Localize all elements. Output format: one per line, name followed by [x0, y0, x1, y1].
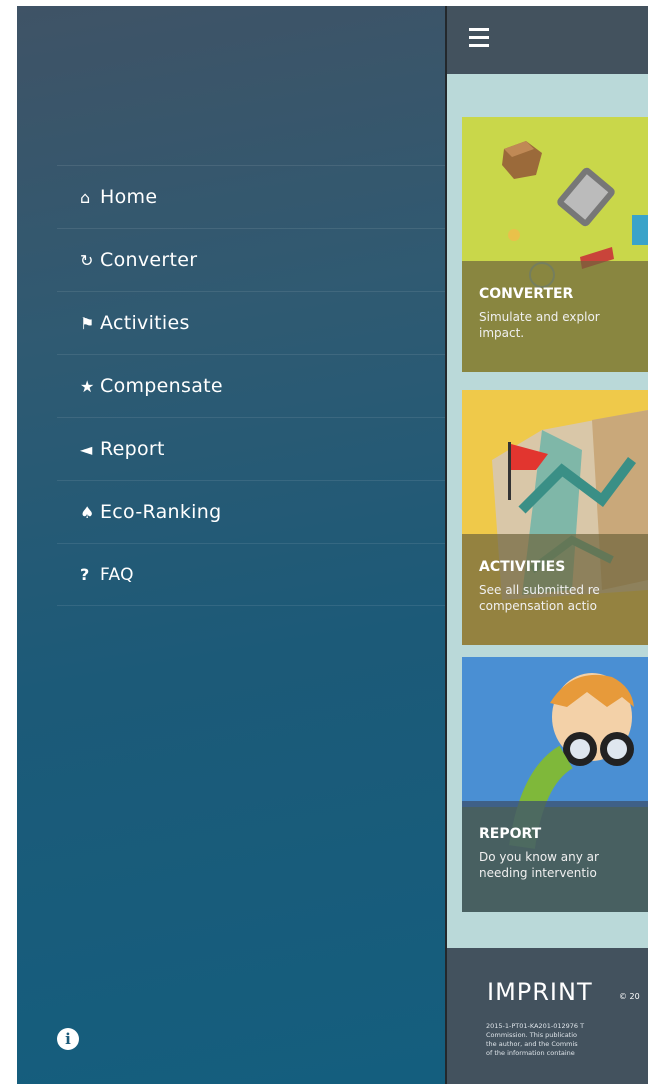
- card-description-line: impact.: [479, 326, 525, 340]
- refresh-icon: ↻: [80, 250, 94, 270]
- sidebar-item-eco-ranking[interactable]: ♠ Eco-Ranking: [57, 480, 446, 543]
- sidebar-item-faq[interactable]: ? FAQ: [57, 543, 446, 606]
- star-icon: ★: [80, 376, 95, 396]
- sidebar-item-report[interactable]: ◄ Report: [57, 417, 446, 480]
- footer-text-line: of the information containe: [486, 1049, 575, 1057]
- home-icon: ⌂: [80, 187, 91, 207]
- sidebar-item-label: Converter: [100, 249, 198, 271]
- hamburger-menu-icon[interactable]: [469, 28, 489, 48]
- sidebar-item-home[interactable]: ⌂ Home: [57, 165, 446, 228]
- card-title: CONVERTER: [479, 286, 574, 302]
- bullhorn-icon: ◄: [80, 439, 93, 459]
- report-card[interactable]: REPORT Do you know any ar needing interv…: [462, 657, 648, 912]
- footer-text: 2015-1-PT01-KA201-012976 T Commission. T…: [486, 1022, 648, 1058]
- card-description: See all submitted re compensation actio: [479, 582, 648, 614]
- imprint-logo: IMPRINT: [487, 978, 593, 1006]
- sidebar-item-compensate[interactable]: ★ Compensate: [57, 354, 446, 417]
- card-caption: CONVERTER Simulate and explor impact.: [462, 261, 648, 372]
- card-description-line: Simulate and explor: [479, 310, 600, 324]
- sidebar-item-label: FAQ: [100, 564, 134, 585]
- card-description: Simulate and explor impact.: [479, 309, 648, 341]
- info-icon[interactable]: i: [57, 1028, 79, 1050]
- sidebar-item-label: Eco-Ranking: [100, 501, 222, 523]
- card-description: Do you know any ar needing interventio: [479, 849, 648, 881]
- converter-card[interactable]: CONVERTER Simulate and explor impact.: [462, 117, 648, 372]
- flag-icon: ⚑: [80, 313, 95, 333]
- footer: IMPRINT © 20 2015-1-PT01-KA201-012976 T …: [447, 948, 648, 1084]
- card-title: ACTIVITIES: [479, 559, 566, 575]
- footer-text-line: Commission. This publicatio: [486, 1031, 578, 1039]
- copyright-text: © 20: [619, 992, 640, 1001]
- sidebar-item-label: Home: [100, 186, 158, 208]
- question-icon: ?: [80, 565, 90, 584]
- sidebar-item-label: Report: [100, 438, 165, 460]
- sidebar-item-activities[interactable]: ⚑ Activities: [57, 291, 446, 354]
- footer-text-line: 2015-1-PT01-KA201-012976 T: [486, 1022, 585, 1030]
- menu-list: ⌂ Home ↻ Converter ⚑ Activities ★ Compen…: [57, 165, 446, 606]
- card-description-line: needing interventio: [479, 866, 597, 880]
- sidebar-item-converter[interactable]: ↻ Converter: [57, 228, 446, 291]
- card-description-line: See all submitted re: [479, 583, 600, 597]
- sidebar-item-label: Compensate: [100, 375, 223, 397]
- app-frame: ⌂ Home ↻ Converter ⚑ Activities ★ Compen…: [17, 6, 648, 1084]
- card-caption: ACTIVITIES See all submitted re compensa…: [462, 534, 648, 645]
- trophy-icon: ♠: [80, 502, 95, 522]
- main-content: CONVERTER Simulate and explor impact. AC…: [447, 6, 648, 1084]
- sidebar-item-label: Activities: [100, 312, 190, 334]
- card-description-line: Do you know any ar: [479, 850, 599, 864]
- card-description-line: compensation actio: [479, 599, 597, 613]
- footer-text-line: the author, and the Commis: [486, 1040, 578, 1048]
- activities-card[interactable]: ACTIVITIES See all submitted re compensa…: [462, 390, 648, 645]
- card-caption: REPORT Do you know any ar needing interv…: [462, 801, 648, 912]
- sidebar-menu: ⌂ Home ↻ Converter ⚑ Activities ★ Compen…: [17, 6, 446, 1084]
- card-title: REPORT: [479, 826, 542, 842]
- top-bar: [447, 6, 648, 74]
